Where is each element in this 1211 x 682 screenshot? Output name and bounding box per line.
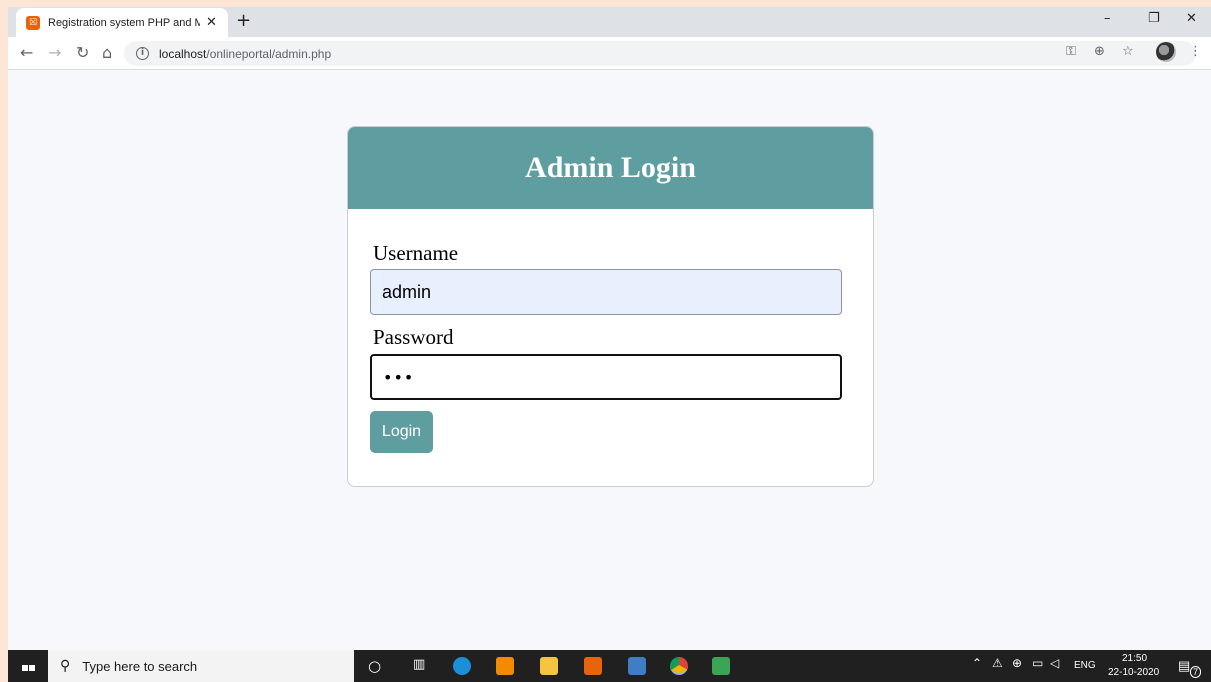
- username-label: Username: [373, 241, 459, 265]
- key-icon[interactable]: ⚿: [1066, 44, 1076, 59]
- network-warning-icon[interactable]: ⚠: [992, 656, 1003, 670]
- address-bar[interactable]: i localhost/onlineportal/admin.php: [124, 41, 1196, 66]
- task-view-icon[interactable]: ▥: [413, 657, 425, 672]
- password-input[interactable]: •••: [370, 354, 842, 400]
- browser-window: ☒ Registration system PHP and My ✕ + – ❐…: [8, 7, 1211, 682]
- minimize-button[interactable]: –: [1104, 11, 1111, 26]
- windows-start-icon[interactable]: [22, 659, 36, 682]
- url-host: localhost: [159, 46, 207, 61]
- password-label: Password: [373, 325, 454, 349]
- chrome-icon[interactable]: [670, 657, 688, 675]
- password-mask: •••: [383, 367, 415, 387]
- browser-toolbar: ← → ↻ ⌂ i localhost/onlineportal/admin.p…: [8, 37, 1211, 70]
- home-button[interactable]: ⌂: [102, 43, 112, 62]
- tab-close-icon[interactable]: ✕: [206, 15, 217, 30]
- login-button[interactable]: Login: [370, 411, 433, 453]
- profile-avatar[interactable]: [1156, 42, 1176, 62]
- username-input[interactable]: admin: [370, 269, 842, 315]
- login-card: Admin Login Username admin Password ••• …: [347, 126, 874, 487]
- sublime-text-icon[interactable]: [496, 657, 514, 675]
- language-indicator[interactable]: ENG: [1074, 660, 1096, 671]
- browser-tab[interactable]: ☒ Registration system PHP and My ✕: [16, 8, 228, 37]
- tab-strip: ☒ Registration system PHP and My ✕ + – ❐…: [8, 7, 1211, 37]
- file-explorer-icon[interactable]: [540, 657, 558, 675]
- xampp-icon[interactable]: [584, 657, 602, 675]
- volume-icon[interactable]: ◁: [1050, 656, 1059, 670]
- tray-chevron-icon[interactable]: ⌃: [972, 656, 982, 670]
- globe-icon[interactable]: ⊕: [1012, 656, 1022, 670]
- zoom-icon[interactable]: ⊕: [1094, 44, 1105, 59]
- python-icon[interactable]: [628, 657, 646, 675]
- windows-taskbar: ⚲ Type here to search ○ ▥ ⌃ ⚠ ⊕ ▭ ◁ ENG …: [8, 650, 1211, 682]
- page-title: Admin Login: [525, 151, 696, 184]
- forward-button[interactable]: →: [48, 43, 61, 62]
- notification-count: 7: [1190, 666, 1202, 678]
- cortana-icon[interactable]: ○: [368, 657, 381, 675]
- url-path: /onlineportal/admin.php: [206, 46, 332, 61]
- back-button[interactable]: ←: [20, 43, 33, 62]
- taskbar-search-box[interactable]: ⚲ Type here to search: [48, 650, 354, 682]
- username-value: admin: [382, 281, 432, 302]
- restore-button[interactable]: ❐: [1148, 11, 1160, 26]
- star-icon[interactable]: ☆: [1122, 44, 1134, 59]
- clock-time[interactable]: 21:50: [1122, 653, 1147, 664]
- xampp-favicon-icon: ☒: [26, 15, 40, 30]
- notepad-icon[interactable]: [712, 657, 730, 675]
- battery-icon[interactable]: ▭: [1032, 656, 1043, 670]
- notification-icon[interactable]: ▤: [1178, 658, 1190, 674]
- reload-button[interactable]: ↻: [76, 43, 89, 62]
- menu-icon[interactable]: ⋮: [1189, 44, 1202, 59]
- clock-date[interactable]: 22-10-2020: [1108, 667, 1159, 678]
- new-tab-button[interactable]: +: [236, 10, 251, 31]
- search-icon: ⚲: [60, 658, 71, 674]
- edge-icon[interactable]: [453, 657, 471, 675]
- tab-title: Registration system PHP and My: [48, 16, 200, 29]
- taskbar-search-placeholder: Type here to search: [82, 658, 198, 674]
- close-window-button[interactable]: ✕: [1186, 11, 1197, 26]
- login-card-header: Admin Login: [348, 127, 873, 209]
- info-icon[interactable]: i: [136, 47, 149, 60]
